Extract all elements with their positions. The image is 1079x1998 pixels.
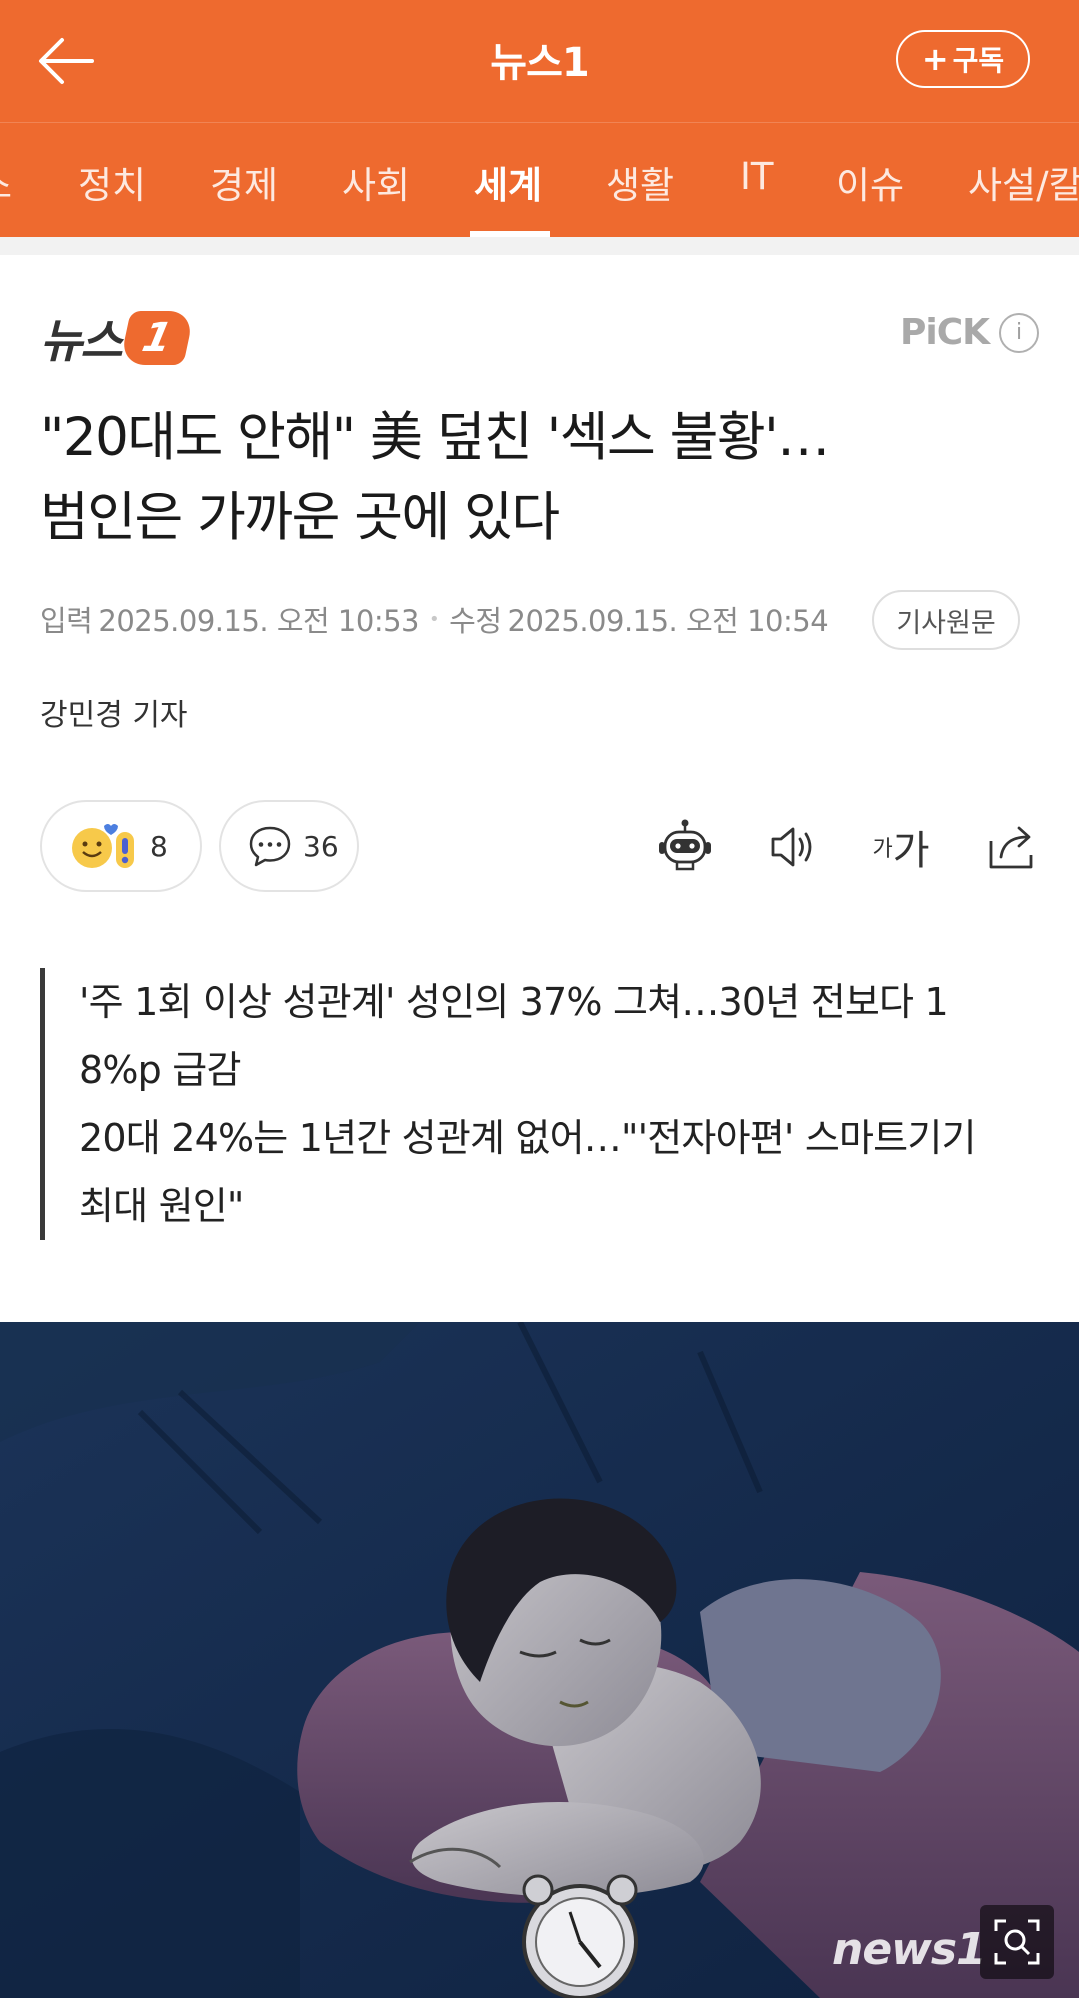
share-icon [989,826,1033,869]
headline-line-2: 범인은 가까운 곳에 있다 [40,487,560,548]
press-logo[interactable]: 뉴스 1 [40,308,195,368]
pick-badge[interactable]: PiCK i [900,312,1040,353]
share-button[interactable] [976,812,1046,882]
reaction-button[interactable]: 8 [40,800,202,892]
meta-separator: • [429,608,440,630]
input-label: 입력 [40,604,93,638]
section-divider [0,237,1079,255]
robot-icon [659,819,711,871]
news1-watermark: news1 [832,1924,987,1975]
comment-count: 36 [303,829,339,863]
reaction-emoji-icon [72,824,134,868]
image-zoom-button[interactable] [980,1905,1054,1979]
font-size-button[interactable]: 가가 [866,812,936,882]
text-to-speech-button[interactable] [758,812,828,882]
subscribe-label: 구독 [952,44,1005,77]
summary-line-3: 20대 24%는 1년간 성관계 없어…"'전자아편' 스마트기기 [79,1116,976,1160]
article-summary: '주 1회 이상 성관계' 성인의 37% 그쳐…30년 전보다 1 8%p 급… [40,968,1030,1240]
tab-politics[interactable]: 정치 [78,155,146,209]
headline-line-1: "20대도 안해" 美 덮친 '섹스 불황'… [40,407,830,468]
tab-life[interactable]: 생활 [606,155,674,209]
modified-label: 수정 [449,604,502,638]
tab-society[interactable]: 사회 [342,155,410,209]
zoom-expand-icon [994,1919,1040,1965]
summary-line-1: '주 1회 이상 성관계' 성인의 37% 그쳐…30년 전보다 1 [79,980,949,1024]
press-logo-text: 뉴스 [40,314,123,368]
article-dates: 입력 2025.09.15. 오전 10:53 • 수정 2025.09.15.… [40,598,829,640]
plus-icon: + [921,40,949,78]
tab-issue[interactable]: 이슈 [836,155,904,209]
press-logo-mark: 1 [118,311,195,365]
font-size-large-glyph: 가 [892,828,930,874]
comment-button[interactable]: 36 [219,800,359,892]
comment-bubble-icon [249,826,291,867]
article-headline: "20대도 안해" 美 덮친 '섹스 불황'… 범인은 가까운 곳에 있다 [40,398,1040,558]
subscribe-button[interactable]: + 구독 [896,30,1030,88]
input-date: 2025.09.15. 오전 10:53 [98,604,420,638]
font-size-small-glyph: 가 [872,837,893,862]
back-button[interactable] [30,28,102,94]
reaction-count: 8 [150,829,168,863]
modified-date: 2025.09.15. 오전 10:54 [507,604,829,638]
reporter-name[interactable]: 강민경 기자 [40,690,188,734]
tab-it[interactable]: IT [740,155,774,198]
category-tabs: 스 정치 경제 사회 세계 생활 IT 이슈 사설/칼 [0,122,1079,237]
tab-world[interactable]: 세계 [474,155,542,209]
sleeping-woman-illustration [0,1322,1079,1998]
tab-economy[interactable]: 경제 [210,155,278,209]
pick-label: PiCK [900,312,990,353]
speaker-icon [771,827,812,867]
original-article-button[interactable]: 기사원문 [872,590,1020,650]
summary-line-4: 최대 원인" [79,1184,244,1228]
ai-summary-button[interactable] [650,812,720,882]
tab-editorial[interactable]: 사설/칼 [968,155,1079,209]
tab-sports[interactable]: 스 [0,155,12,209]
app-header: 뉴스1 + 구독 [0,0,1079,122]
info-icon[interactable]: i [999,312,1040,353]
article-illustration[interactable] [0,1322,1079,1998]
back-arrow-icon [39,38,94,84]
summary-line-2: 8%p 급감 [79,1048,241,1092]
